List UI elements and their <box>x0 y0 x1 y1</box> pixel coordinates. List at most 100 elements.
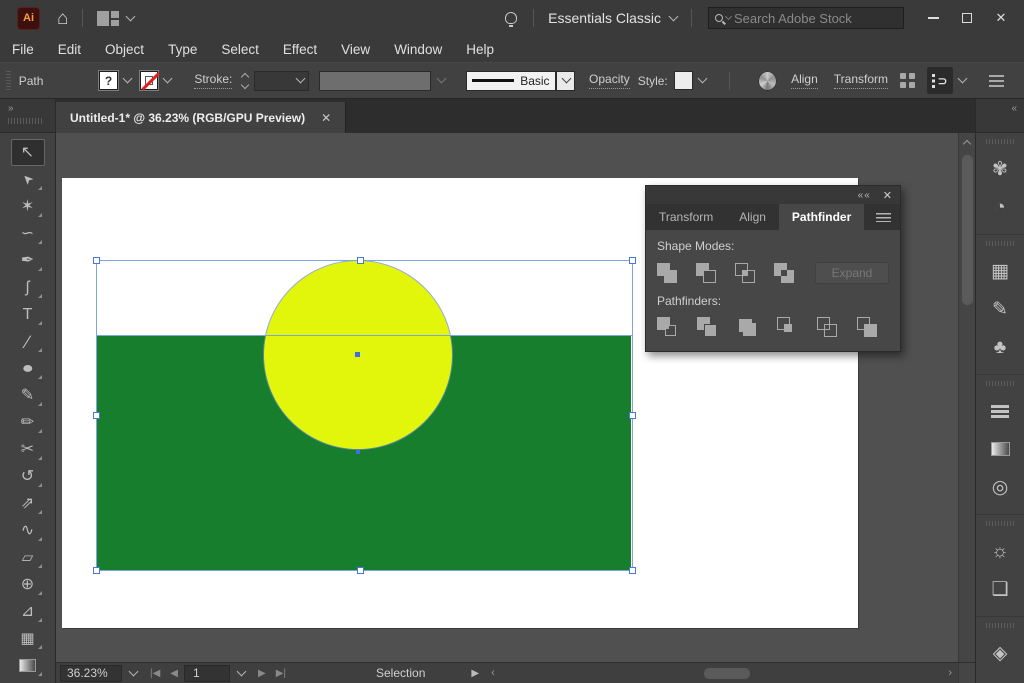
tab-pathfinder[interactable]: Pathfinder <box>779 204 864 230</box>
menu-object[interactable]: Object <box>105 42 144 57</box>
stroke-dropdown[interactable] <box>161 79 174 82</box>
divide-button[interactable] <box>657 317 678 338</box>
double-chevron-expand-icon[interactable]: » <box>8 103 47 114</box>
graphic-styles-panel-button[interactable]: ❑ <box>976 570 1024 608</box>
line-segment-tool[interactable]: ∕ <box>11 328 45 355</box>
layers-panel-button[interactable]: ◈ <box>976 634 1024 672</box>
menu-type[interactable]: Type <box>168 42 197 57</box>
menu-edit[interactable]: Edit <box>58 42 81 57</box>
maximize-button[interactable] <box>950 5 984 31</box>
stroke-weight-stepper[interactable] <box>238 71 250 91</box>
dock-grip[interactable] <box>986 381 1014 386</box>
color-guide-panel-button[interactable]: ◔ <box>976 188 1024 226</box>
artboard-number-field[interactable]: 1 <box>184 665 230 682</box>
brush-dropdown[interactable] <box>556 71 576 91</box>
all-tools-grid-icon[interactable] <box>900 73 915 89</box>
paintbrush-tool[interactable]: ✎ <box>11 382 45 409</box>
panel-close-icon[interactable]: ✕ <box>883 189 892 202</box>
scale-tool[interactable]: ⇗ <box>11 490 45 517</box>
toolbar-grip[interactable] <box>8 118 42 124</box>
gradient-panel-button[interactable] <box>976 430 1024 468</box>
dock-grip[interactable] <box>986 139 1014 144</box>
gradient-tool[interactable] <box>11 652 45 679</box>
selection-handle-nw[interactable] <box>93 257 100 264</box>
menu-select[interactable]: Select <box>221 42 259 57</box>
properties-panel-toggle[interactable]: ⊃ <box>927 67 953 94</box>
search-input[interactable] <box>734 11 874 26</box>
free-transform-tool[interactable]: ▱ <box>11 544 45 571</box>
trim-button[interactable] <box>697 317 718 338</box>
panel-toggle-dropdown[interactable] <box>956 79 969 82</box>
discover-lightbulb-icon[interactable] <box>505 12 517 24</box>
tab-transform[interactable]: Transform <box>646 204 726 230</box>
selection-handle-se[interactable] <box>629 567 636 574</box>
horizontal-scroll-thumb[interactable] <box>704 668 750 679</box>
symbols-panel-button[interactable]: ♣ <box>976 328 1024 366</box>
document-tab[interactable]: Untitled-1* @ 36.23% (RGB/GPU Preview) ✕ <box>56 102 346 133</box>
control-bar-menu-icon[interactable] <box>989 75 1004 87</box>
graphic-style-swatch[interactable] <box>674 71 693 90</box>
scroll-up-icon[interactable] <box>963 140 971 148</box>
zoom-level-field[interactable]: 36.23% <box>60 665 122 682</box>
stroke-panel-button[interactable] <box>976 392 1024 430</box>
stroke-weight-label[interactable]: Stroke: <box>194 72 232 89</box>
mesh-tool[interactable]: ▦ <box>11 625 45 652</box>
dock-grip[interactable] <box>986 521 1014 526</box>
first-artboard-button[interactable]: |◀ <box>150 668 160 679</box>
selection-tool[interactable]: ↖ <box>11 139 45 166</box>
horizontal-scroll-track[interactable] <box>499 667 945 680</box>
perspective-grid-tool[interactable]: ⊿ <box>11 598 45 625</box>
transparency-panel-button[interactable]: ◎ <box>976 468 1024 506</box>
previous-artboard-button[interactable]: ◀ <box>170 668 178 679</box>
minimize-button[interactable] <box>916 5 950 31</box>
stroke-weight-select[interactable] <box>254 71 310 91</box>
expand-button[interactable]: Expand <box>815 262 889 284</box>
menu-effect[interactable]: Effect <box>283 42 317 57</box>
selection-handle-sw[interactable] <box>93 567 100 574</box>
close-button[interactable]: ✕ <box>984 5 1018 31</box>
brush-definition-select[interactable]: Basic <box>466 71 556 91</box>
stroke-color-swatch[interactable] <box>140 71 158 90</box>
panel-grip[interactable] <box>6 71 11 91</box>
zoom-dropdown[interactable] <box>122 672 144 675</box>
selection-handle-w[interactable] <box>93 412 100 419</box>
scroll-left-icon[interactable]: ‹ <box>487 667 499 679</box>
arrange-documents-button[interactable] <box>97 11 134 26</box>
curvature-tool[interactable]: ʃ <box>11 274 45 301</box>
minus-front-button[interactable] <box>696 263 717 284</box>
selection-handle-e[interactable] <box>629 412 636 419</box>
style-dropdown[interactable] <box>696 79 709 82</box>
scroll-right-icon[interactable]: › <box>944 667 956 679</box>
double-chevron-collapse-icon[interactable]: « <box>982 103 1018 114</box>
selection-handle-s[interactable] <box>357 567 364 574</box>
selection-handle-n[interactable] <box>357 257 364 264</box>
fill-color-swatch[interactable]: ? <box>99 71 117 90</box>
dock-grip[interactable] <box>986 241 1014 246</box>
selection-bounding-box[interactable] <box>96 260 633 571</box>
chevron-down-icon[interactable] <box>669 11 679 21</box>
menu-help[interactable]: Help <box>466 42 494 57</box>
width-tool[interactable]: ∿ <box>11 517 45 544</box>
next-artboard-button[interactable]: ▶ <box>258 668 266 679</box>
collapse-icon[interactable]: «« <box>858 190 871 201</box>
lasso-tool[interactable]: ∽ <box>11 220 45 247</box>
artboard-dropdown[interactable] <box>230 672 252 675</box>
scissors-tool[interactable]: ✂ <box>11 436 45 463</box>
type-tool[interactable]: T <box>11 301 45 328</box>
shaper-tool[interactable]: ✏ <box>11 409 45 436</box>
tab-align[interactable]: Align <box>726 204 779 230</box>
opacity-label[interactable]: Opacity <box>589 72 630 89</box>
minus-back-button[interactable] <box>857 317 878 338</box>
magic-wand-tool[interactable]: ✶ <box>11 193 45 220</box>
ellipse-tool[interactable]: ● <box>11 355 45 382</box>
variable-width-profile-select[interactable] <box>319 71 431 91</box>
appearance-panel-button[interactable]: ☼ <box>976 532 1024 570</box>
direct-selection-tool[interactable]: ➤ <box>11 166 45 193</box>
home-icon[interactable]: ⌂ <box>57 9 68 28</box>
intersect-button[interactable] <box>735 263 756 284</box>
exclude-button[interactable] <box>774 263 795 284</box>
transform-link[interactable]: Transform <box>834 72 888 89</box>
menu-window[interactable]: Window <box>394 42 442 57</box>
align-link[interactable]: Align <box>791 72 818 89</box>
circle-center-anchor[interactable] <box>355 352 360 357</box>
